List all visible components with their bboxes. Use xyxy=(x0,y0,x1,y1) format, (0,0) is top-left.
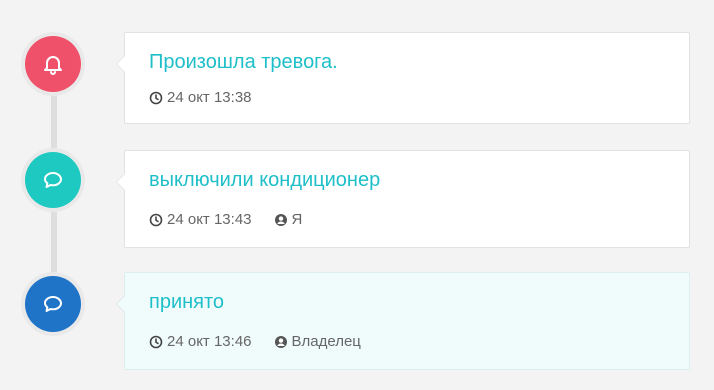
event-time: 24 окт 13:38 xyxy=(167,89,252,106)
event-time: 24 окт 13:46 xyxy=(167,333,252,350)
user-icon xyxy=(274,335,287,348)
event-time: 24 окт 13:43 xyxy=(167,211,252,228)
comment-event-marker xyxy=(25,152,81,208)
event-meta: 24 окт 13:43 Я xyxy=(149,211,302,228)
timeline-card-accepted[interactable]: принято 24 окт 13:46 Владелец xyxy=(116,272,690,370)
event-author: Владелец xyxy=(291,333,361,350)
bell-icon xyxy=(44,56,62,75)
event-meta: 24 окт 13:46 Владелец xyxy=(149,333,361,350)
event-title: выключили кондиционер xyxy=(149,169,381,191)
event-title: Произошла тревога. xyxy=(149,51,338,73)
alarm-event-marker xyxy=(25,36,81,92)
event-title: принято xyxy=(149,291,225,313)
comment-icon xyxy=(44,296,62,312)
timeline-card-alarm[interactable]: Произошла тревога. 24 окт 13:38 xyxy=(116,32,690,124)
user-icon xyxy=(274,213,287,226)
activity-timeline: Произошла тревога. 24 окт 13:38 выключил… xyxy=(0,0,714,390)
clock-icon xyxy=(149,213,163,226)
comment-event-marker xyxy=(25,276,81,332)
event-author: Я xyxy=(291,211,303,228)
comment-icon xyxy=(44,172,62,188)
clock-icon xyxy=(149,91,163,104)
timeline-card-comment[interactable]: выключили кондиционер 24 окт 13:43 Я xyxy=(116,150,690,248)
clock-icon xyxy=(149,335,163,348)
event-meta: 24 окт 13:38 xyxy=(149,89,252,106)
